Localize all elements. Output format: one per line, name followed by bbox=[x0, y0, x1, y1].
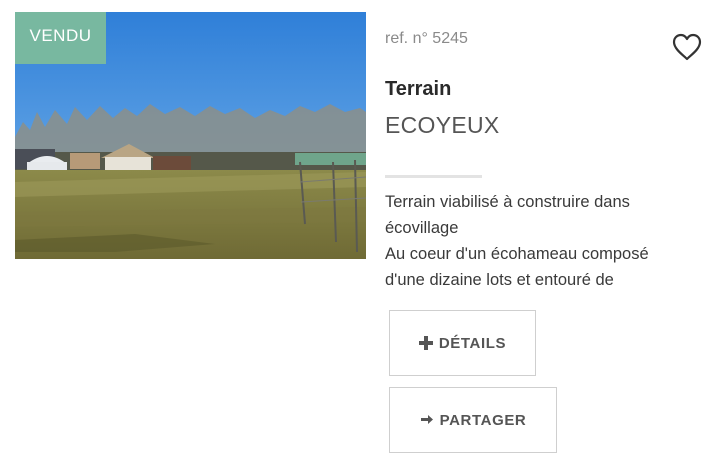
description-line: écovillage bbox=[385, 219, 459, 237]
property-description: Terrain viabilisé à construire dans écov… bbox=[385, 189, 720, 293]
property-type: Terrain bbox=[385, 78, 452, 100]
share-button[interactable]: PARTAGER bbox=[389, 387, 557, 453]
favorite-button[interactable] bbox=[671, 32, 703, 62]
arrow-right-icon bbox=[420, 415, 434, 425]
property-card: VENDU ref. n° 5245 Terrain ECOYEUX Terra… bbox=[0, 0, 727, 474]
plus-icon bbox=[418, 336, 433, 350]
description-line: d'une dizaine lots et entouré de bbox=[385, 271, 614, 289]
status-badge: VENDU bbox=[15, 12, 106, 64]
description-line: Terrain viabilisé à construire dans bbox=[385, 193, 630, 211]
heart-outline-icon bbox=[672, 33, 702, 61]
details-button[interactable]: DÉTAILS bbox=[389, 310, 536, 376]
description-line: Au coeur d'un écohameau composé bbox=[385, 245, 649, 263]
divider bbox=[385, 175, 482, 178]
reference-number: ref. n° 5245 bbox=[385, 30, 468, 47]
details-button-label: DÉTAILS bbox=[438, 334, 507, 352]
property-city: ECOYEUX bbox=[385, 112, 500, 138]
share-button-label: PARTAGER bbox=[439, 411, 527, 429]
